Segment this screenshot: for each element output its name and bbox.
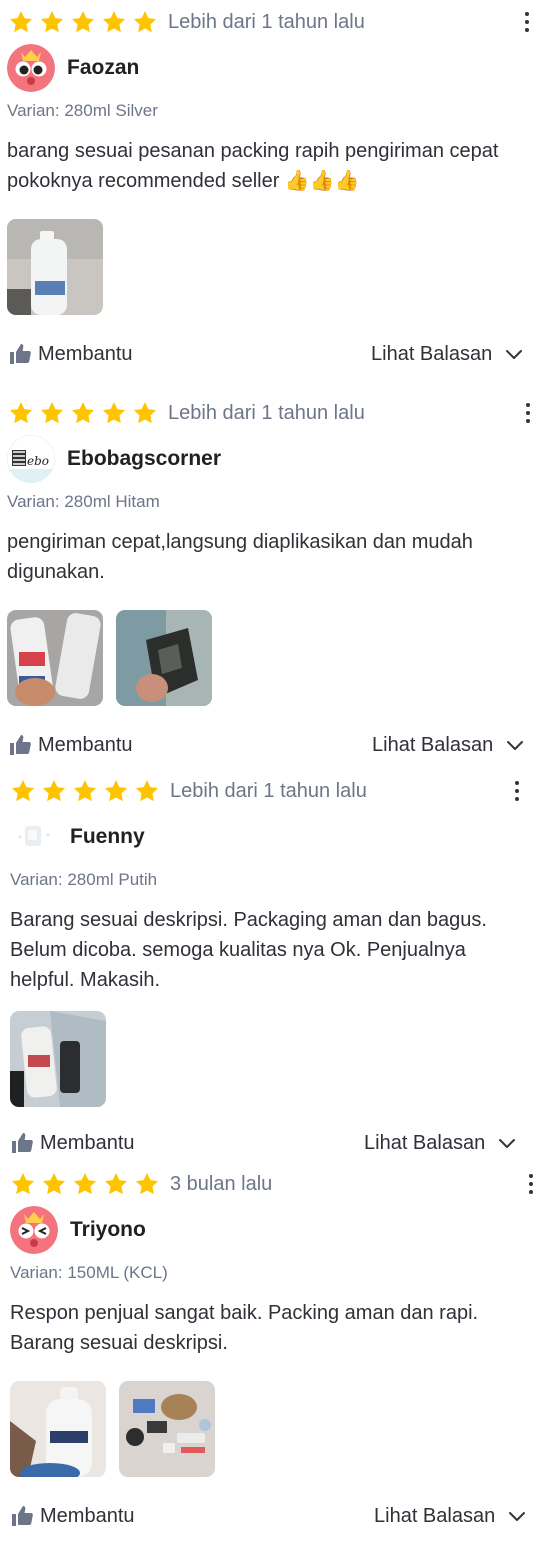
helpful-label: Membantu [40,1504,135,1527]
thumbs-up-icon [8,342,32,366]
reviewer-name: Ebobagscorner [67,447,222,470]
more-options-icon[interactable] [517,5,537,39]
reviewer-name: Triyono [70,1218,146,1241]
reviewer-name: Fuenny [70,825,145,848]
svg-text:ebo: ebo [27,454,49,468]
view-replies-button[interactable]: Lihat Balasan [371,337,524,371]
star-icon [8,400,34,426]
review-actions: Membantu Lihat Balasan [10,1499,542,1533]
review-text: Respon penjual sangat baik. Packing aman… [10,1302,479,1354]
star-icon [8,9,34,35]
reviewer-name: Faozan [67,56,140,79]
more-options-icon[interactable] [521,1167,541,1201]
reviewer: Faozan [7,43,139,93]
star-icon [10,1171,36,1197]
star-icon [132,9,158,35]
star-icon [72,778,98,804]
star-icon [132,400,158,426]
review-time: 3 bulan lalu [170,1172,273,1195]
view-replies-button[interactable]: Lihat Balasan [374,1499,527,1533]
star-icon [103,778,129,804]
reviewer: ebo Ebobagscorner [7,434,221,484]
review-time: Lebih dari 1 tahun lalu [168,10,365,33]
reviewer: Fuenny [10,812,145,862]
variant-label: Varian: 280ml Silver [7,101,158,120]
review-actions: Membantu Lihat Balasan [10,1126,542,1160]
helpful-label: Membantu [40,1131,135,1154]
review-photo[interactable] [119,1381,215,1477]
pink-mascot-squint-avatar-icon [10,1206,58,1254]
rating-stars: Lebih dari 1 tahun lalu [10,774,367,808]
view-replies-label: Lihat Balasan [374,1504,496,1527]
helpful-button[interactable]: Membantu [8,337,133,371]
star-icon [39,400,65,426]
thumbs-up-icon [10,1504,34,1528]
review-photos [10,1011,106,1107]
faint-photo-avatar-icon [10,813,58,861]
chevron-down-icon [505,735,525,755]
review-time: Lebih dari 1 tahun lalu [170,779,367,802]
pink-mascot-avatar-icon [7,44,55,92]
view-replies-label: Lihat Balasan [372,733,494,756]
review-photos [7,610,212,706]
star-icon [101,9,127,35]
chevron-down-icon [497,1133,517,1153]
zebra-logo-avatar-icon: ebo [7,435,55,483]
review-actions: Membantu Lihat Balasan [8,337,540,371]
helpful-button[interactable]: Membantu [10,1499,135,1533]
rating-stars: Lebih dari 1 tahun lalu [8,5,365,39]
helpful-label: Membantu [38,342,133,365]
star-icon [10,778,36,804]
review-photo[interactable] [10,1381,106,1477]
star-icon [70,400,96,426]
more-options-icon[interactable] [507,774,527,808]
thumbs-up-icon [8,733,32,757]
star-icon [134,778,160,804]
star-icon [134,1171,160,1197]
thumbs-up-icon [10,1131,34,1155]
review-text: pengiriman cepat,langsung diaplikasikan … [7,531,473,583]
view-replies-label: Lihat Balasan [364,1131,486,1154]
review-photos [7,219,103,315]
rating-stars: 3 bulan lalu [10,1167,272,1201]
chevron-down-icon [507,1506,527,1526]
review-time: Lebih dari 1 tahun lalu [168,401,365,424]
star-icon [41,778,67,804]
reviewer: Triyono [10,1205,146,1255]
variant-label: Varian: 280ml Putih [10,870,158,889]
rating-stars: Lebih dari 1 tahun lalu [8,396,365,430]
star-icon [70,9,96,35]
view-replies-button[interactable]: Lihat Balasan [372,728,525,762]
star-icon [39,9,65,35]
review-photo[interactable] [7,610,103,706]
review-photo[interactable] [7,219,103,315]
star-icon [72,1171,98,1197]
helpful-button[interactable]: Membantu [10,1126,135,1160]
review-photo[interactable] [116,610,212,706]
chevron-down-icon [504,344,524,364]
review-photo[interactable] [10,1011,106,1107]
star-icon [101,400,127,426]
view-replies-button[interactable]: Lihat Balasan [364,1126,517,1160]
helpful-label: Membantu [38,733,133,756]
variant-label: Varian: 150ML (KCL) [10,1263,168,1282]
review-photos [10,1381,215,1477]
view-replies-label: Lihat Balasan [371,342,493,365]
review-text: Barang sesuai deskripsi. Packaging aman … [10,909,487,991]
more-options-icon[interactable] [518,396,538,430]
review-actions: Membantu Lihat Balasan [8,728,540,762]
helpful-button[interactable]: Membantu [8,728,133,762]
variant-label: Varian: 280ml Hitam [7,492,160,511]
star-icon [41,1171,67,1197]
review-text: barang sesuai pesanan packing rapih peng… [7,140,499,192]
star-icon [103,1171,129,1197]
